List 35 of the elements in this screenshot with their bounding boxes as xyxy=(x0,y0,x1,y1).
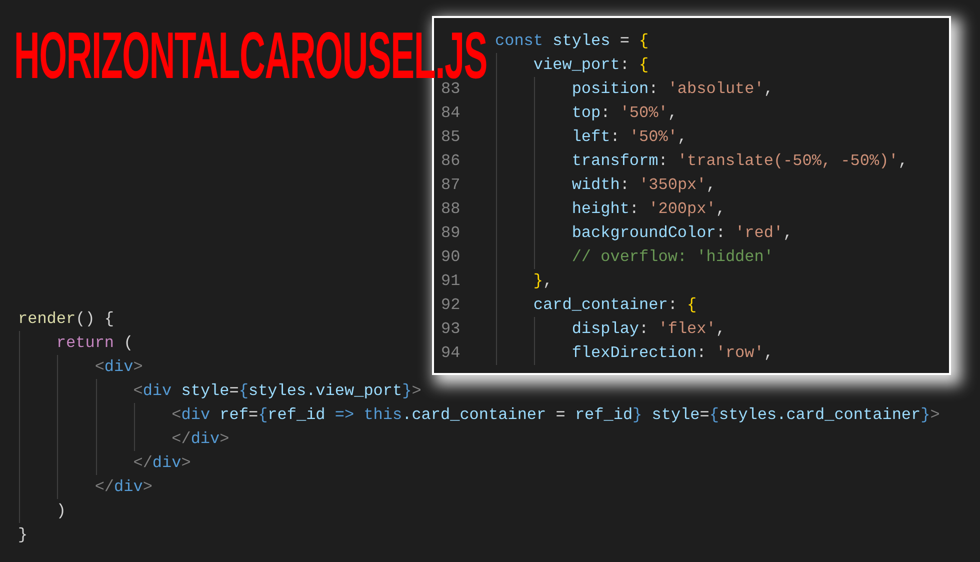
code-line: position: 'absolute', xyxy=(570,79,774,99)
code-line: <div style={styles.view_port}> xyxy=(132,381,422,401)
code-line: render() { xyxy=(18,309,114,329)
code-line: left: '50%', xyxy=(570,127,688,147)
code-line: top: '50%', xyxy=(570,103,678,123)
code-line: const styles = { xyxy=(495,31,649,51)
line-number: 93 xyxy=(441,320,460,338)
code-line: transform: 'translate(-50%, -50%)', xyxy=(570,151,908,171)
code-line: </div> xyxy=(132,453,191,473)
line-number: 87 xyxy=(441,176,460,194)
code-line: return ( xyxy=(55,333,134,353)
code-line: </div> xyxy=(94,477,152,497)
code-line: ) xyxy=(55,501,66,521)
code-line: width: '350px', xyxy=(570,175,716,195)
line-number: 89 xyxy=(441,224,460,242)
line-number: 84 xyxy=(441,104,460,122)
code-line: <div> xyxy=(94,357,143,377)
line-number: 92 xyxy=(441,296,460,314)
code-line: } xyxy=(18,525,28,545)
line-number: 85 xyxy=(441,128,460,146)
code-line: }, xyxy=(532,271,553,291)
line-number: 94 xyxy=(441,344,460,362)
code-line: <div ref={ref_id => this.card_container = ref_id} style={styles.card_container}> xyxy=(170,405,940,425)
code-line: display: 'flex', xyxy=(570,319,726,339)
code-line: backgroundColor: 'red', xyxy=(570,223,793,243)
line-number: 86 xyxy=(441,152,460,170)
code-line: view_port: { xyxy=(532,55,649,75)
code-line: card_container: { xyxy=(532,295,697,315)
code-line: // overflow: 'hidden' xyxy=(570,247,774,267)
code-line: flexDirection: 'row', xyxy=(570,343,774,363)
line-number: 91 xyxy=(441,272,460,290)
line-number: 90 xyxy=(441,248,460,266)
line-number: 88 xyxy=(441,200,460,218)
code-line: </div> xyxy=(170,429,230,449)
code-line: height: '200px', xyxy=(570,199,726,219)
